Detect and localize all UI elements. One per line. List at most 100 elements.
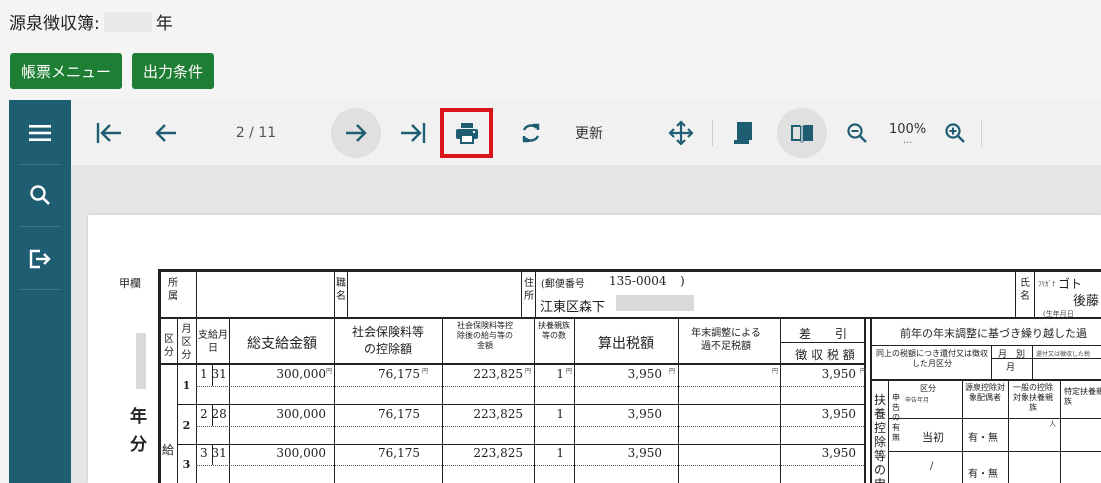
zoom-level[interactable]: 100% ... [889, 122, 926, 146]
kubun-label: 区分 [920, 384, 936, 393]
action-buttons: 帳票メニュー 出力条件 [10, 53, 215, 89]
zoom-in-button[interactable] [935, 108, 975, 158]
sidebar-divider [19, 226, 61, 227]
redacted-side [136, 333, 146, 389]
book-icon [791, 125, 813, 143]
divider [1034, 272, 1035, 317]
first-page-icon [96, 123, 121, 143]
output-conditions-button[interactable]: 出力条件 [132, 53, 215, 89]
column-header-bottom [158, 363, 864, 365]
document-scroll-area[interactable]: 甲欄 所属 職名 住所 (郵便番号 135-0004 ) 江東区森下 氏 名 ﾌ… [71, 165, 1101, 483]
divider [872, 379, 1101, 381]
ari-nashi-2: 有・無 [968, 469, 998, 480]
frame-top [158, 269, 1101, 272]
row-total: 300,000 [276, 446, 326, 460]
report-menu-button[interactable]: 帳票メニュー [10, 53, 123, 89]
name-label: 氏名 [1020, 278, 1030, 302]
next-page-button[interactable] [331, 108, 381, 158]
move-icon [668, 120, 694, 146]
postal-code: 135-0004 [609, 274, 667, 288]
next-page-icon [346, 124, 367, 142]
zoom-in-icon [945, 123, 965, 143]
row-social: 76,175 [378, 446, 420, 460]
divider [1032, 345, 1033, 379]
document-icon [734, 122, 752, 144]
divider [196, 272, 197, 317]
prev-page-button[interactable] [146, 108, 186, 158]
row-dependents: 1 [556, 446, 564, 460]
refresh-icon [522, 123, 540, 143]
row-total: 300,000 [276, 367, 326, 381]
divider [888, 381, 889, 483]
divider [678, 319, 679, 483]
row-dependents: 1 [556, 407, 564, 421]
update-button[interactable]: 更新 [575, 100, 603, 165]
side-nen: 年 [130, 407, 147, 427]
first-page-button[interactable] [89, 108, 129, 158]
row-total: 300,000 [276, 407, 326, 421]
sidebar-divider [19, 289, 61, 290]
prev-tsuki: 月 [1006, 363, 1016, 373]
exit-icon [29, 249, 51, 269]
row-dependents: 1 [556, 367, 564, 381]
section-kou: 甲欄 [119, 277, 141, 290]
row-social: 76,175 [378, 367, 420, 381]
menu-button[interactable] [9, 108, 71, 158]
postal-label: (郵便番号 [541, 279, 585, 290]
divider [888, 418, 1101, 419]
document-view-button[interactable] [723, 108, 763, 158]
row-after-social: 223,825 [473, 446, 523, 460]
divider [962, 381, 963, 483]
row-tax: 3,950 [627, 407, 662, 421]
row-date-divider [212, 405, 213, 426]
toushou-label: 当初 [922, 431, 944, 444]
row-after-social: 223,825 [473, 407, 523, 421]
person-mark: 人 [1049, 420, 1056, 428]
last-page-button[interactable] [393, 108, 433, 158]
exit-button[interactable] [9, 234, 71, 284]
divider [781, 342, 865, 343]
divider [991, 358, 1101, 359]
divider [442, 319, 443, 483]
col-kubun: 区分 [164, 334, 174, 358]
page-title: 源泉徴収簿: 年 [9, 9, 173, 34]
move-button[interactable] [661, 108, 701, 158]
postal-close: ) [680, 274, 685, 288]
document-page: 甲欄 所属 職名 住所 (郵便番号 135-0004 ) 江東区森下 氏 名 ﾌ… [88, 215, 1101, 483]
toolbar-separator [712, 120, 713, 146]
slash-mark: / [930, 461, 934, 472]
col-deduct-1: 差 引 [798, 327, 847, 341]
divider [1060, 381, 1061, 483]
divider [334, 272, 335, 317]
zoom-dots: ... [902, 135, 913, 146]
divider [334, 319, 335, 483]
redacted-year [103, 11, 152, 32]
fuyou-label: 扶養控除等の申 [874, 393, 887, 483]
yen-mark: 円 [669, 368, 676, 375]
prev-page-icon [155, 124, 176, 142]
print-icon [455, 123, 478, 144]
col-after-social: 社会保険料等控除後の給与等の金額 [457, 321, 513, 350]
search-button[interactable] [9, 170, 71, 220]
refresh-button[interactable] [511, 108, 551, 158]
divider [535, 272, 536, 317]
row-month: 3 [182, 458, 191, 471]
yen-mark: 円 [525, 368, 532, 375]
prev-year-title: 前年の年末調整に基づき繰り越した過 [900, 327, 1087, 340]
col-pay-date: 支給月日 [198, 330, 228, 354]
toolbar-separator [981, 120, 982, 146]
menu-icon [29, 125, 51, 141]
print-button[interactable] [440, 108, 493, 158]
divider [196, 319, 197, 483]
row-deduct: 3,950 [821, 446, 856, 460]
divider [1008, 381, 1009, 483]
row-month: 2 [182, 419, 191, 432]
zoom-out-button[interactable] [837, 108, 877, 158]
name-birth-label: (生年月日 [1043, 310, 1074, 318]
side-bun: 分 [130, 435, 147, 455]
book-view-button[interactable] [777, 108, 827, 158]
row-deduct: 3,950 [821, 367, 856, 381]
viewer-toolbar: 2 / 11 更新 100% ... [71, 100, 1101, 165]
row-bottom-line [177, 444, 864, 445]
title-prefix: 源泉徴収簿: [9, 14, 100, 34]
